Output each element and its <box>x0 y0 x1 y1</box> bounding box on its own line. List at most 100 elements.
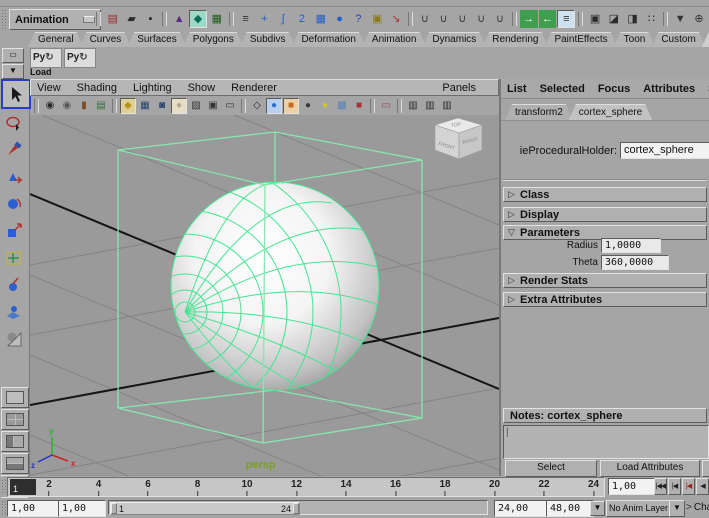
shelf-item-py-script[interactable]: Py↻ <box>64 48 96 77</box>
side-by-side-layout-button[interactable] <box>1 431 29 452</box>
shelf-tab-polygons[interactable]: Polygons <box>183 32 244 47</box>
go-to-start-button[interactable]: |◀◀ <box>654 478 667 495</box>
shelf-menu-button[interactable]: ▼ <box>2 64 24 79</box>
select-tool[interactable] <box>1 79 31 109</box>
range-slider-groove[interactable]: 1 24 <box>108 500 488 515</box>
shelf-tab-subdivs[interactable]: Subdivs <box>240 32 296 47</box>
select-button[interactable]: Select <box>505 460 597 477</box>
camera-attributes-icon[interactable]: ◉ <box>59 98 75 114</box>
ae-menu-selected[interactable]: Selected <box>540 83 585 95</box>
camera-select-icon[interactable]: ◉ <box>42 98 58 114</box>
field-chart-icon[interactable]: ▨ <box>188 98 204 114</box>
safe-title-icon[interactable]: ▭ <box>222 98 238 114</box>
load-attributes-button[interactable]: Load Attributes <box>600 460 700 477</box>
view-cube[interactable]: TOP FRONT RIGHT <box>434 117 483 160</box>
construction-history-icon[interactable]: ≡ <box>557 10 576 28</box>
shelf-tab-rendering[interactable]: Rendering <box>482 32 548 47</box>
selection-mask-icon[interactable]: ≡ <box>237 10 255 28</box>
ae-tab-transform2[interactable]: transform2 <box>505 104 573 120</box>
play-backwards-button[interactable]: ◀ <box>696 478 709 495</box>
animation-end-field[interactable]: 48,00 <box>546 500 594 517</box>
notes-textarea[interactable]: | <box>503 425 709 459</box>
viewport-menu-view[interactable]: View <box>37 82 61 94</box>
paint-select-tool[interactable] <box>1 137 27 163</box>
isolate-add-icon[interactable]: ▥ <box>422 98 438 114</box>
soft-modification-tool[interactable] <box>1 272 27 298</box>
anim-layer-dropdown-arrow[interactable]: ▼ <box>669 500 685 517</box>
live-surface-magnet-icon[interactable]: ∪ <box>491 10 509 28</box>
snap-to-view-planes-magnet-icon[interactable]: ∪ <box>472 10 490 28</box>
xray-icon[interactable]: ■ <box>351 98 367 114</box>
playback-start-field[interactable]: 1,00 <box>58 500 106 517</box>
select-component-icon[interactable]: ▦ <box>208 10 226 28</box>
cortex-sphere-surface[interactable] <box>171 182 379 390</box>
isolate-select-icon[interactable]: ▥ <box>405 98 421 114</box>
shelf-tab-animation[interactable]: Animation <box>362 32 426 47</box>
shelf-tab-custom[interactable]: Custom <box>651 32 705 47</box>
lighting-icon[interactable]: ● <box>317 98 333 114</box>
gate-mask-icon[interactable]: ● <box>171 98 187 114</box>
viewport-menu-show[interactable]: Show <box>188 82 216 94</box>
viewport-menu-lighting[interactable]: Lighting <box>133 82 172 94</box>
ae-tab-cortex_sphere[interactable]: cortex_sphere <box>569 104 652 120</box>
snap-to-grids-icon[interactable]: + <box>255 10 273 28</box>
shelf-tab-dynamics[interactable]: Dynamics <box>422 32 486 47</box>
range-end-handle[interactable] <box>293 503 299 514</box>
safe-action-icon[interactable]: ▣ <box>205 98 221 114</box>
snap-to-grids-magnet-icon[interactable]: ∪ <box>416 10 434 28</box>
animation-start-field[interactable]: 1,00 <box>7 500 59 517</box>
smooth-shade-icon[interactable]: ● <box>266 98 282 114</box>
range-start-handle[interactable] <box>111 503 117 514</box>
viewport-canvas[interactable]: TOP FRONT RIGHT y x z persp <box>30 115 499 476</box>
snap-to-curves-magnet-icon[interactable]: ∪ <box>435 10 453 28</box>
new-scene-icon[interactable]: ▤ <box>104 10 122 28</box>
last-tool[interactable] <box>1 326 27 352</box>
resolution-gate-icon[interactable]: ◙ <box>154 98 170 114</box>
playback-end-field[interactable]: 24,00 <box>494 500 548 517</box>
snap-to-curves-icon[interactable]: ∫ <box>274 10 292 28</box>
ae-menu-focus[interactable]: Focus <box>598 83 630 95</box>
textures-icon[interactable]: ▩ <box>334 98 350 114</box>
render-current-frame-icon[interactable]: ◪ <box>605 10 623 28</box>
viewport-menu-shading[interactable]: Shading <box>77 82 117 94</box>
select-hierarchy-icon[interactable]: ▲ <box>170 10 188 28</box>
copy-tab-button-clipped[interactable] <box>702 460 709 477</box>
viewport-menu-panels[interactable]: Panels <box>442 82 476 94</box>
timeline-drag-handle[interactable] <box>1 479 6 495</box>
move-tool[interactable] <box>1 164 27 190</box>
shelf-tab-toon[interactable]: Toon <box>614 32 656 47</box>
make-live-icon[interactable]: ● <box>331 10 349 28</box>
viewport-menu-renderer[interactable]: Renderer <box>231 82 277 94</box>
snap-to-points-magnet-icon[interactable]: ∪ <box>453 10 471 28</box>
isolate-remove-icon[interactable]: ▥ <box>439 98 455 114</box>
single-pane-layout-button[interactable] <box>1 387 29 408</box>
frame-region-icon[interactable]: ▭ <box>378 98 394 114</box>
shelf-tab-deformation[interactable]: Deformation <box>291 32 365 47</box>
help-icon[interactable]: ? <box>349 10 367 28</box>
shelf-tab-general[interactable]: General <box>28 32 84 47</box>
show-manipulator-tool[interactable] <box>1 299 27 325</box>
render-view-icon[interactable]: ▣ <box>586 10 604 28</box>
frame-ruler[interactable]: 1 2 4 6 8 10 12 14 16 18 20 22 24 <box>7 477 605 497</box>
lock-selection-icon[interactable]: ▣ <box>368 10 386 28</box>
section-extra-attributes[interactable]: ▷ Extra Attributes <box>503 292 707 307</box>
ae-menu-list[interactable]: List <box>507 83 527 95</box>
range-options-dropdown[interactable]: ▼ <box>590 501 605 516</box>
step-back-frame-button[interactable]: |◀ <box>668 478 681 495</box>
collapse-icon[interactable]: ▼ <box>671 10 689 28</box>
four-pane-layout-button[interactable] <box>1 409 29 430</box>
textured-icon[interactable]: ■ <box>283 98 299 114</box>
playback-range-bar[interactable]: 1 24 <box>110 502 300 515</box>
shelf-tab-curves[interactable]: Curves <box>80 32 132 47</box>
anim-layer-selector[interactable]: No Anim Layer <box>606 500 674 517</box>
section-display[interactable]: ▷ Display <box>503 207 707 222</box>
image-plane-icon[interactable]: ▤ <box>93 98 109 114</box>
section-render-stats[interactable]: ▷ Render Stats <box>503 273 707 288</box>
ui-target-icon[interactable]: ⊕ <box>690 10 708 28</box>
radius-field[interactable]: 1,0000 <box>601 238 661 253</box>
statusline-drag-handle[interactable] <box>1 9 6 29</box>
menu-set-selector[interactable]: Animation <box>9 9 101 30</box>
wireframe-icon[interactable]: ◇ <box>249 98 265 114</box>
input-connections-icon[interactable]: → <box>519 10 538 28</box>
shelf-tab-painteffects[interactable]: PaintEffects <box>544 32 617 47</box>
